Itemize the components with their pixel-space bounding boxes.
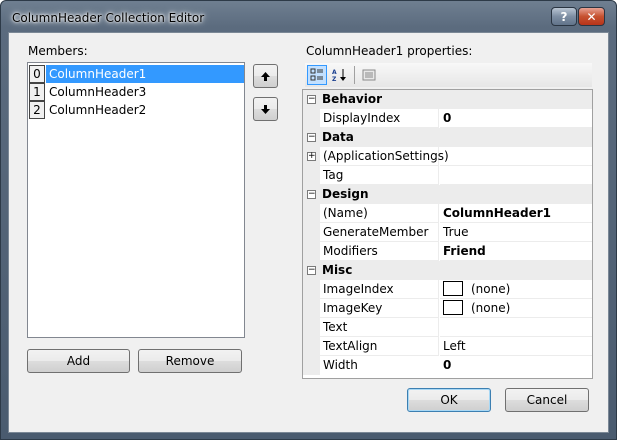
help-icon: ? [560,9,568,24]
svg-text:A: A [332,69,337,76]
member-name: ColumnHeader1 [46,65,244,83]
alphabetical-button[interactable]: A Z [330,65,350,85]
collapse-icon: − [307,189,316,199]
toolbar-separator [354,66,355,84]
svg-text:Z: Z [332,76,337,82]
property-value[interactable]: 0 [440,109,592,128]
property-row-width[interactable]: Width 0 [303,356,592,375]
categorized-button[interactable] [307,65,327,85]
property-value-cell[interactable]: (none) [440,299,592,318]
property-value: (none) [471,282,511,296]
collapse-icon: − [307,94,316,104]
property-row-text[interactable]: Text [303,318,592,337]
collapse-icon: − [307,132,316,142]
title-bar: ColumnHeader Collection Editor ? ✕ [1,1,616,35]
category-data[interactable]: − Data [303,128,592,147]
property-name: Text [320,318,439,337]
property-pages-icon [362,69,376,81]
category-design[interactable]: − Design [303,185,592,204]
property-value[interactable]: ColumnHeader1 [440,204,592,223]
move-down-button[interactable] [253,97,278,121]
property-name: ImageIndex [320,280,439,299]
category-label: Misc [322,263,353,277]
property-name: GenerateMember [320,223,439,242]
property-row-imageindex[interactable]: ImageIndex (none) [303,280,592,299]
category-label: Data [322,130,354,144]
property-value[interactable] [440,318,592,337]
remove-button[interactable]: Remove [138,349,242,373]
category-label: Design [322,187,369,201]
help-button[interactable]: ? [551,7,577,26]
members-list[interactable]: 0 ColumnHeader1 1 ColumnHeader3 2 Column… [27,62,245,338]
categorized-icon [310,68,323,81]
property-value-cell[interactable]: (none) [440,280,592,299]
property-row-imagekey[interactable]: ImageKey (none) [303,299,592,318]
category-behavior[interactable]: − Behavior [303,90,592,109]
image-preview-swatch [443,300,463,315]
property-name: ImageKey [320,299,439,318]
property-value[interactable] [440,147,592,166]
member-name: ColumnHeader2 [49,103,147,117]
property-row-generatemember[interactable]: GenerateMember True [303,223,592,242]
move-up-button[interactable] [253,64,278,88]
add-button[interactable]: Add [27,349,130,373]
cancel-button[interactable]: Cancel [505,388,589,412]
property-row-applicationsettings[interactable]: + (ApplicationSettings) [303,147,592,166]
property-value[interactable]: Left [440,337,592,356]
collapse-toggle[interactable]: − [303,128,320,147]
member-name: ColumnHeader3 [49,85,147,99]
arrow-up-icon [261,71,270,81]
property-grid-toolbar: A Z [305,63,592,87]
category-label: Behavior [322,92,383,106]
member-index: 1 [29,83,45,101]
property-value[interactable]: 0 [440,356,592,375]
property-row-name[interactable]: (Name) ColumnHeader1 [303,204,592,223]
property-name: DisplayIndex [320,109,439,128]
property-value[interactable]: True [440,223,592,242]
property-name: Modifiers [320,242,439,261]
members-label: Members: [28,44,88,58]
collapse-toggle[interactable]: − [303,261,320,280]
expand-icon: + [307,151,316,161]
collapse-toggle[interactable]: − [303,185,320,204]
property-name: Tag [320,166,439,185]
collapse-icon: − [307,265,316,275]
property-row-displayindex[interactable]: DisplayIndex 0 [303,109,592,128]
close-icon: ✕ [586,9,597,24]
property-row-textalign[interactable]: TextAlign Left [303,337,592,356]
dialog-window: ColumnHeader Collection Editor ? ✕ Membe… [0,0,617,440]
property-pages-button[interactable] [359,65,379,85]
dialog-client-area: Members: 0 ColumnHeader1 1 ColumnHeader3… [8,32,609,433]
property-row-tag[interactable]: Tag [303,166,592,185]
list-item[interactable]: 2 ColumnHeader2 [29,101,244,119]
list-item[interactable]: 0 ColumnHeader1 [29,65,244,83]
properties-label: ColumnHeader1 properties: [306,44,473,58]
arrow-down-icon [261,104,270,114]
expand-toggle[interactable]: + [303,147,320,166]
member-index: 0 [29,65,45,83]
property-name: TextAlign [320,337,439,356]
property-row-modifiers[interactable]: Modifiers Friend [303,242,592,261]
property-name: (Name) [320,204,439,223]
property-value: (none) [471,301,511,315]
category-misc[interactable]: − Misc [303,261,592,280]
property-name: (ApplicationSettings) [320,147,449,166]
ok-button[interactable]: OK [407,388,491,412]
image-preview-swatch [443,281,463,296]
property-value[interactable]: Friend [440,242,592,261]
window-title: ColumnHeader Collection Editor [12,11,205,25]
property-value[interactable] [440,166,592,185]
property-grid[interactable]: − Behavior DisplayIndex 0 − Data + (Appl… [302,89,593,379]
property-name: Width [320,356,439,375]
close-button[interactable]: ✕ [578,7,605,26]
member-index: 2 [29,101,45,119]
alphabetical-icon: A Z [332,69,346,82]
collapse-toggle[interactable]: − [303,90,320,109]
list-item[interactable]: 1 ColumnHeader3 [29,83,244,101]
